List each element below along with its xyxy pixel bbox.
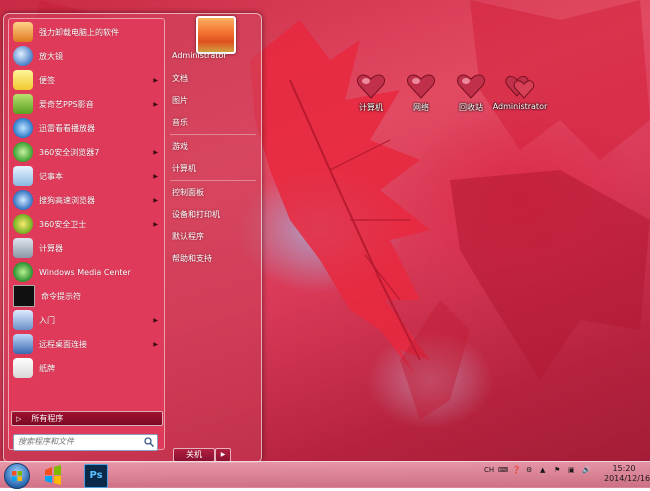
program-label: 便签	[39, 75, 55, 85]
getting-started-icon	[13, 310, 33, 330]
desktop-icon-administrator[interactable]: Administrator	[490, 72, 550, 111]
program-item-360-security[interactable]: 360安全卫士 ▶	[9, 213, 164, 235]
program-item-media-center[interactable]: Windows Media Center	[9, 261, 164, 283]
language-indicator[interactable]: CH	[484, 466, 494, 474]
submenu-arrow-icon: ▶	[153, 196, 158, 204]
right-item-default-programs[interactable]: 默认程序	[172, 231, 204, 242]
clock[interactable]: 15:20 2014/12/16	[604, 464, 650, 484]
program-label: 命令提示符	[41, 291, 81, 301]
right-item-administrator[interactable]: Administrator	[172, 51, 227, 60]
program-label: 入门	[39, 315, 55, 325]
sticky-notes-icon	[13, 70, 33, 90]
show-hidden-icons-icon[interactable]: ▲	[540, 466, 545, 474]
program-label: 迅雷看看播放器	[39, 123, 95, 133]
sogou-browser-icon	[13, 190, 33, 210]
windows-explorer-icon[interactable]	[42, 464, 64, 486]
program-label: 强力卸载电脑上的软件	[39, 27, 119, 37]
uninstall-icon	[13, 22, 33, 42]
program-label: Windows Media Center	[39, 267, 131, 277]
search-icon[interactable]	[144, 437, 154, 447]
right-item-documents[interactable]: 文档	[172, 73, 188, 84]
program-item-sogou-browser[interactable]: 搜狗高速浏览器 ▶	[9, 189, 164, 211]
right-item-games[interactable]: 游戏	[172, 141, 188, 152]
submenu-arrow-icon: ▶	[153, 220, 158, 228]
360-security-icon	[13, 214, 33, 234]
clock-time: 15:20	[612, 464, 636, 473]
all-programs-button[interactable]: ▷ 所有程序	[11, 411, 163, 426]
menu-separator	[170, 134, 256, 135]
action-center-flag-icon[interactable]: ⚑	[554, 466, 560, 474]
program-item-sticky-notes[interactable]: 便签 ▶	[9, 69, 164, 91]
program-item-remote-desktop[interactable]: 远程桌面连接 ▶	[9, 333, 164, 355]
double-heart-icon	[505, 75, 535, 99]
submenu-arrow-icon: ▶	[153, 316, 158, 324]
heart-icon	[457, 74, 485, 99]
pps-icon	[13, 94, 33, 114]
user-avatar[interactable]	[196, 16, 236, 54]
menu-separator	[170, 180, 256, 181]
taskbar: Ps CH ⌨ ❓ ⚙ ▲ ⚑ ▣ 🔊 15:20 2014/12/16	[0, 461, 650, 489]
360-browser-icon	[13, 142, 33, 162]
right-item-help-support[interactable]: 帮助和支持	[172, 253, 212, 264]
right-item-music[interactable]: 音乐	[172, 117, 188, 128]
program-item-magnifier[interactable]: 放大镜	[9, 45, 164, 67]
desktop-icon-label: Administrator	[492, 102, 548, 111]
program-label: 爱奇艺PPS影音	[39, 99, 94, 109]
keyboard-icon[interactable]: ⌨	[498, 466, 508, 474]
submenu-arrow-icon: ▶	[153, 172, 158, 180]
program-label: 远程桌面连接	[39, 339, 87, 349]
network-icon[interactable]: ▣	[568, 466, 575, 474]
remote-desktop-icon	[13, 334, 33, 354]
heart-icon	[407, 74, 435, 99]
solitaire-icon	[13, 358, 33, 378]
windows-logo-icon	[12, 471, 22, 481]
program-label: 纸牌	[39, 363, 55, 373]
program-item-cmd[interactable]: 命令提示符	[9, 285, 164, 307]
shutdown-button[interactable]: 关机	[173, 448, 215, 462]
all-programs-label: 所有程序	[31, 414, 64, 423]
start-menu-programs-pane: 强力卸载电脑上的软件 放大镜 便签 ▶ 爱奇艺PPS影音 ▶ 迅雷看看播放器 3…	[8, 18, 165, 450]
xunlei-icon	[13, 118, 33, 138]
calculator-icon	[13, 238, 33, 258]
search-input[interactable]	[14, 435, 138, 448]
right-item-computer[interactable]: 计算机	[172, 163, 196, 174]
program-item-getting-started[interactable]: 入门 ▶	[9, 309, 164, 331]
program-item-solitaire[interactable]: 纸牌	[9, 357, 164, 379]
submenu-arrow-icon: ▶	[153, 340, 158, 348]
submenu-arrow-icon: ▶	[153, 148, 158, 156]
start-orb[interactable]	[4, 463, 30, 489]
settings-icon[interactable]: ⚙	[526, 466, 532, 474]
media-center-icon	[13, 262, 33, 282]
submenu-arrow-icon: ▶	[153, 100, 158, 108]
shutdown-options-arrow[interactable]: ▶	[215, 448, 231, 462]
program-item-notepad[interactable]: 记事本 ▶	[9, 165, 164, 187]
help-icon[interactable]: ❓	[512, 466, 521, 474]
program-item-xunlei[interactable]: 迅雷看看播放器	[9, 117, 164, 139]
magnifier-icon	[13, 46, 33, 66]
photoshop-icon[interactable]: Ps	[84, 464, 108, 488]
notepad-icon	[13, 166, 33, 186]
volume-icon[interactable]: 🔊	[582, 466, 591, 474]
clock-date: 2014/12/16	[604, 474, 650, 483]
right-item-pictures[interactable]: 图片	[172, 95, 188, 106]
program-item-pps[interactable]: 爱奇艺PPS影音 ▶	[9, 93, 164, 115]
program-label: 记事本	[39, 171, 63, 181]
program-item-calculator[interactable]: 计算器	[9, 237, 164, 259]
program-label: 放大镜	[39, 51, 63, 61]
program-label: 搜狗高速浏览器	[39, 195, 95, 205]
program-item-uninstall[interactable]: 强力卸载电脑上的软件	[9, 21, 164, 43]
heart-icon	[357, 74, 385, 99]
cmd-icon	[13, 285, 35, 307]
submenu-arrow-icon: ▶	[153, 76, 158, 84]
start-menu: 强力卸载电脑上的软件 放大镜 便签 ▶ 爱奇艺PPS影音 ▶ 迅雷看看播放器 3…	[3, 13, 262, 463]
right-item-devices-printers[interactable]: 设备和打印机	[172, 209, 220, 220]
program-label: 360安全浏览器7	[39, 147, 100, 157]
program-item-360-browser[interactable]: 360安全浏览器7 ▶	[9, 141, 164, 163]
play-arrow-icon: ▷	[16, 414, 22, 423]
program-label: 360安全卫士	[39, 219, 87, 229]
program-label: 计算器	[39, 243, 63, 253]
search-box[interactable]	[13, 434, 158, 451]
right-item-control-panel[interactable]: 控制面板	[172, 187, 204, 198]
